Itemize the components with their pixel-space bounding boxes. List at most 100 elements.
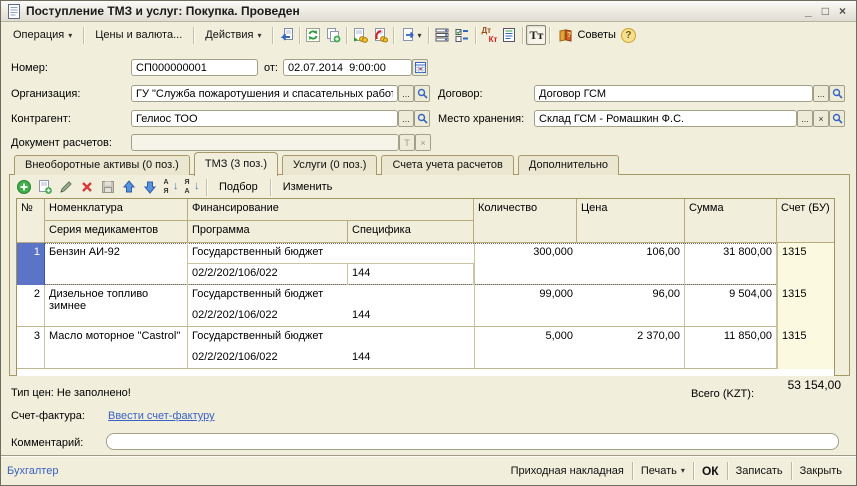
row-number-cell[interactable]: 2: [17, 285, 45, 327]
col-header-financing[interactable]: Финансирование: [188, 199, 474, 221]
quantity-cell[interactable]: 300,000: [474, 243, 577, 285]
tab-additional[interactable]: Дополнительно: [518, 155, 619, 175]
organization-open-button[interactable]: [414, 85, 430, 102]
ok-button[interactable]: ОК: [694, 460, 727, 482]
col-header-program[interactable]: Программа: [188, 221, 348, 243]
price-cell[interactable]: 96,00: [577, 285, 685, 327]
unpost-document-button[interactable]: [370, 25, 390, 45]
copy-document-button[interactable]: [323, 25, 343, 45]
structure-list-button[interactable]: [432, 25, 452, 45]
program-cell[interactable]: 02/2/202/106/022: [188, 306, 348, 327]
actions-menu-button[interactable]: Действия ▾: [197, 25, 269, 45]
col-header-specifics[interactable]: Специфика: [348, 221, 474, 243]
advice-button[interactable]: ? Советы: [553, 26, 620, 45]
move-up-button[interactable]: [119, 178, 138, 197]
responsible-role-link[interactable]: Бухгалтер: [7, 465, 58, 477]
contract-open-button[interactable]: [829, 85, 845, 102]
maximize-button[interactable]: □: [822, 2, 829, 20]
row-number-cell[interactable]: 1: [17, 243, 45, 285]
amount-cell[interactable]: 11 850,00: [685, 327, 777, 369]
close-window-button[interactable]: Закрыть: [792, 461, 850, 481]
nomenclature-cell[interactable]: Дизельное топливо зимнее: [45, 285, 188, 327]
nomenclature-cell[interactable]: Бензин АИ-92: [45, 243, 188, 285]
table-row[interactable]: 2 Дизельное топливо зимнее Государственн…: [17, 285, 834, 327]
tab-services[interactable]: Услуги (0 поз.): [282, 155, 377, 175]
program-cell[interactable]: 02/2/202/106/022: [188, 348, 348, 369]
move-down-button[interactable]: [140, 178, 159, 197]
tab-noncurrent-assets[interactable]: Внеоборотные активы (0 поз.): [14, 155, 190, 175]
col-header-price[interactable]: Цена: [577, 199, 685, 243]
enter-invoice-link[interactable]: Ввести счет-фактуру: [108, 410, 215, 422]
number-input[interactable]: [131, 59, 258, 76]
date-input[interactable]: [283, 59, 412, 76]
account-cell[interactable]: 1315: [777, 243, 834, 285]
organization-select-button[interactable]: ...: [398, 85, 414, 102]
delete-row-button[interactable]: [77, 178, 96, 197]
operation-menu-button[interactable]: Операция ▾: [5, 25, 80, 45]
copy-row-button[interactable]: [35, 178, 54, 197]
dtkt-button[interactable]: Дт Кт: [479, 25, 499, 45]
account-cell[interactable]: 1315: [777, 285, 834, 327]
amount-cell[interactable]: 9 504,00: [685, 285, 777, 327]
col-header-series[interactable]: Серия медикаментов: [45, 221, 188, 243]
sort-descending-button[interactable]: Я А ↓: [182, 178, 201, 197]
specifics-cell[interactable]: 144: [348, 264, 474, 285]
counterparty-open-button[interactable]: [414, 110, 430, 127]
warehouse-select-button[interactable]: ...: [797, 110, 813, 127]
organization-input[interactable]: [131, 85, 398, 102]
calendar-button[interactable]: [412, 59, 428, 76]
edit-row-button[interactable]: [56, 178, 75, 197]
save-button[interactable]: Записать: [728, 461, 791, 481]
contract-input[interactable]: [534, 85, 813, 102]
col-header-amount[interactable]: Сумма: [685, 199, 777, 243]
pick-button[interactable]: Подбор: [212, 179, 265, 195]
document-report-button[interactable]: [499, 25, 519, 45]
financing-cell[interactable]: Государственный бюджет: [188, 243, 474, 264]
contract-select-button[interactable]: ...: [813, 85, 829, 102]
end-edit-button[interactable]: [98, 178, 117, 197]
counterparty-input[interactable]: [131, 110, 398, 127]
account-cell[interactable]: 1315: [777, 327, 834, 369]
nomenclature-cell[interactable]: Масло моторное "Castrol": [45, 327, 188, 369]
add-row-button[interactable]: [14, 178, 33, 197]
specifics-cell[interactable]: 144: [348, 348, 474, 369]
refresh-button[interactable]: [303, 25, 323, 45]
col-header-quantity[interactable]: Количество: [474, 199, 577, 243]
table-row[interactable]: 3 Масло моторное "Castrol" Государственн…: [17, 327, 834, 369]
warehouse-clear-button[interactable]: ×: [813, 110, 829, 127]
warehouse-input[interactable]: [534, 110, 797, 127]
specifics-cell[interactable]: 144: [348, 306, 474, 327]
help-button[interactable]: ?: [621, 28, 636, 43]
settlement-doc-clear-button[interactable]: ×: [415, 134, 431, 151]
print-button[interactable]: Печать ▾: [633, 461, 693, 481]
program-cell[interactable]: 02/2/202/106/022: [188, 264, 348, 285]
table-row[interactable]: 1 Бензин АИ-92 Государственный бюджет 02…: [17, 243, 834, 285]
minimize-button[interactable]: _: [805, 2, 812, 20]
col-header-nomenclature[interactable]: Номенклатура: [45, 199, 188, 221]
close-button[interactable]: ×: [839, 2, 846, 20]
tab-tmz[interactable]: ТМЗ (3 поз.): [194, 152, 278, 176]
tab-settlement-accounts[interactable]: Счета учета расчетов: [381, 155, 513, 175]
goto-menu-button[interactable]: ▾: [397, 25, 425, 45]
quantity-cell[interactable]: 5,000: [474, 327, 577, 369]
font-toggle-button[interactable]: Тт: [526, 25, 546, 45]
price-cell[interactable]: 2 370,00: [577, 327, 685, 369]
financing-cell[interactable]: Государственный бюджет: [188, 327, 474, 348]
post-document-button[interactable]: [350, 25, 370, 45]
post-and-close-button[interactable]: [276, 25, 296, 45]
row-number-cell[interactable]: 3: [17, 327, 45, 369]
checkbox-list-button[interactable]: [452, 25, 472, 45]
settlement-doc-type-button[interactable]: Т: [399, 134, 415, 151]
warehouse-open-button[interactable]: [829, 110, 845, 127]
col-header-account[interactable]: Счет (БУ): [777, 199, 834, 243]
amount-cell[interactable]: 31 800,00: [685, 243, 777, 285]
sort-ascending-button[interactable]: А Я ↓: [161, 178, 180, 197]
comment-input[interactable]: [106, 433, 839, 450]
prices-currency-button[interactable]: Цены и валюта...: [87, 25, 190, 45]
edit-button[interactable]: Изменить: [276, 179, 340, 195]
col-header-num[interactable]: №: [17, 199, 45, 243]
settlement-doc-input[interactable]: [131, 134, 399, 151]
price-cell[interactable]: 106,00: [577, 243, 685, 285]
incoming-invoice-button[interactable]: Приходная накладная: [503, 461, 632, 481]
financing-cell[interactable]: Государственный бюджет: [188, 285, 474, 306]
